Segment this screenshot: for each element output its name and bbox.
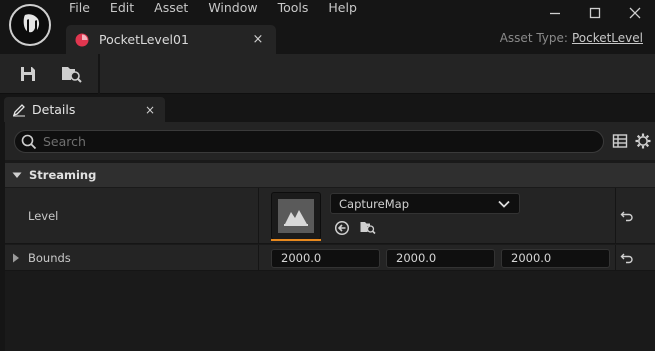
level-asset-thumbnail[interactable] <box>271 192 321 240</box>
level-property-label: Level <box>28 209 59 223</box>
toolbar-separator <box>98 54 100 94</box>
reset-column-splitter <box>615 188 616 243</box>
reset-to-default-icon[interactable] <box>620 210 634 222</box>
expand-arrow-icon[interactable] <box>12 253 20 263</box>
minimize-icon <box>550 12 560 15</box>
level-name-column: Level <box>5 188 258 243</box>
save-icon <box>21 67 35 81</box>
dropdown-chevron-icon <box>498 200 510 208</box>
panel-tab-bar: Details × <box>0 95 655 122</box>
use-selected-icon[interactable] <box>334 220 350 236</box>
menu-tools[interactable]: Tools <box>268 0 319 16</box>
details-panel: Streaming Level CaptureMap <box>5 122 655 351</box>
window-controls <box>535 0 655 26</box>
level-asset-value: CaptureMap <box>339 196 409 211</box>
details-tab[interactable]: Details × <box>4 97 165 122</box>
document-tab[interactable]: PocketLevel01 × <box>66 25 276 54</box>
search-input[interactable] <box>43 134 603 149</box>
asset-type-label: Asset Type: <box>499 31 568 45</box>
asset-type-color-bar <box>271 239 321 241</box>
asset-type-link[interactable]: PocketLevel <box>572 31 643 45</box>
search-box <box>14 130 604 153</box>
reset-to-default-icon[interactable] <box>620 252 634 264</box>
title-bar: File Edit Asset Window Tools Help Pocket… <box>0 0 655 54</box>
streaming-category-header[interactable]: Streaming <box>5 163 655 187</box>
level-property-row: Level CaptureMap <box>5 188 655 244</box>
maximize-icon <box>589 7 601 19</box>
table-view-icon[interactable] <box>612 133 628 149</box>
level-asset-icon <box>75 33 89 46</box>
bounds-property-row: Bounds 2000.0 2000.0 2000.0 <box>5 245 655 271</box>
menu-file[interactable]: File <box>59 0 100 16</box>
bounds-y-field[interactable]: 2000.0 <box>386 249 495 268</box>
menu-window[interactable]: Window <box>198 0 267 16</box>
menu-edit[interactable]: Edit <box>100 0 144 16</box>
document-tab-label: PocketLevel01 <box>99 32 189 47</box>
asset-type-info: Asset Type: PocketLevel <box>500 31 643 45</box>
toolbar <box>0 54 655 94</box>
menu-asset[interactable]: Asset <box>144 0 198 16</box>
browse-icon <box>62 67 82 83</box>
minimize-button[interactable] <box>535 0 575 26</box>
browse-folder-icon[interactable] <box>360 220 376 236</box>
unreal-logo-icon[interactable] <box>9 4 51 46</box>
bounds-z-field[interactable]: 2000.0 <box>501 249 610 268</box>
settings-gear-icon[interactable] <box>635 133 651 149</box>
browse-to-asset-button[interactable] <box>59 62 85 86</box>
menu-bar: File Edit Asset Window Tools Help <box>59 0 367 16</box>
details-tab-close-button[interactable]: × <box>141 103 159 117</box>
bounds-name-column[interactable]: Bounds <box>5 245 258 270</box>
reset-column-splitter <box>615 245 616 270</box>
level-asset-picker[interactable]: CaptureMap <box>330 193 520 214</box>
maximize-button[interactable] <box>575 0 615 26</box>
details-pencil-icon <box>12 103 25 116</box>
menu-help[interactable]: Help <box>318 0 367 16</box>
search-icon <box>21 134 37 149</box>
search-row <box>5 122 655 160</box>
column-splitter[interactable] <box>258 245 259 270</box>
map-asset-icon <box>284 210 308 226</box>
bounds-property-label: Bounds <box>28 251 71 265</box>
column-splitter[interactable] <box>258 188 259 243</box>
close-icon <box>629 7 641 19</box>
close-window-button[interactable] <box>615 0 655 26</box>
document-tab-close-button[interactable]: × <box>248 32 268 47</box>
details-tab-label: Details <box>32 102 76 117</box>
save-button[interactable] <box>15 62 41 86</box>
collapse-arrow-icon <box>12 172 22 178</box>
bounds-x-field[interactable]: 2000.0 <box>271 249 380 268</box>
category-label: Streaming <box>29 168 97 182</box>
